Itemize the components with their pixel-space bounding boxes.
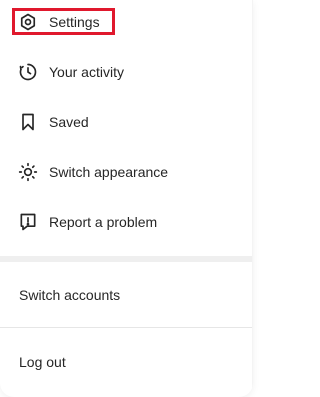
sun-icon [18,162,38,182]
menu-item-your-activity[interactable]: Your activity [0,50,253,94]
menu-item-settings[interactable]: Settings [0,0,253,44]
menu-item-switch-appearance[interactable]: Switch appearance [0,150,253,194]
bookmark-icon [18,112,38,132]
section-separator [0,256,253,262]
switch-accounts-label: Switch accounts [19,287,121,303]
menu-item-label: Saved [49,114,89,130]
menu-item-saved[interactable]: Saved [0,100,253,144]
divider [0,327,253,328]
activity-icon [18,62,38,82]
menu-item-label: Report a problem [49,214,158,230]
switch-accounts-button[interactable]: Switch accounts [0,273,253,317]
logout-button[interactable]: Log out [0,340,253,384]
menu-item-label: Your activity [49,64,124,80]
gear-icon [18,12,38,32]
menu-item-label: Settings [49,14,100,30]
more-menu: Settings Your activity Saved Switch appe… [0,0,253,397]
menu-item-report-a-problem[interactable]: Report a problem [0,200,253,244]
report-icon [18,212,38,232]
menu-item-label: Switch appearance [49,164,169,180]
scroll-edge [252,0,253,397]
logout-label: Log out [19,354,66,370]
